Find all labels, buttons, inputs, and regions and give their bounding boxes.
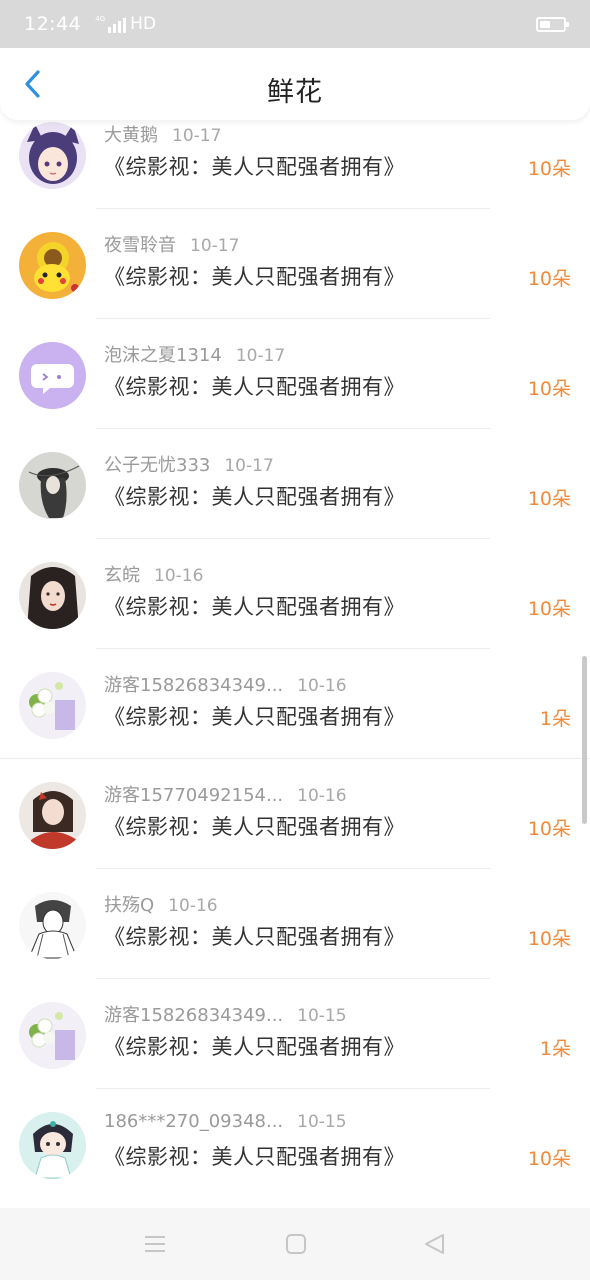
user-name: 游客15770492154... <box>104 785 284 806</box>
avatar[interactable] <box>19 452 86 519</box>
gift-date: 10-16 <box>297 676 347 696</box>
flower-list[interactable]: 大黄鹅 10-17 《综影视：美人只配强者拥有》 10朵 夜雪聆音 10-17 《综… <box>0 120 590 1208</box>
row-meta: 玄皖 10-16 <box>104 561 203 587</box>
back-icon <box>425 1234 444 1254</box>
book-title: 《综影视：美人只配强者拥有》 <box>104 375 405 399</box>
book-title: 《综影视：美人只配强者拥有》 <box>104 595 405 619</box>
row-meta: 游客15826834349... 10-15 <box>104 1001 347 1027</box>
list-item[interactable]: 公子无忧333 10-17 《综影视：美人只配强者拥有》 10朵 <box>0 429 590 539</box>
list-item[interactable]: 夜雪聆音 10-17 《综影视：美人只配强者拥有》 10朵 <box>0 209 590 319</box>
book-title: 《综影视：美人只配强者拥有》 <box>104 1145 405 1169</box>
menu-button[interactable] <box>143 1232 167 1256</box>
list-item[interactable]: 游客15826834349... 10-16 《综影视：美人只配强者拥有》 1朵 <box>0 649 590 759</box>
flower-count: 10朵 <box>527 1148 571 1170</box>
row-meta: 游客15826834349... 10-16 <box>104 671 347 697</box>
avatar[interactable] <box>19 672 86 739</box>
signal-icon: 4G <box>95 15 127 33</box>
user-name: 游客15826834349... <box>104 675 284 696</box>
user-name: 扶殇Q <box>104 895 155 916</box>
avatar[interactable] <box>19 122 86 189</box>
system-nav-bar <box>0 1208 590 1280</box>
list-item[interactable]: 游客15826834349... 10-15 《综影视：美人只配强者拥有》 1朵 <box>0 979 590 1089</box>
flower-count: 10朵 <box>527 378 571 400</box>
status-bar: 12:44 4G HD <box>0 0 590 48</box>
row-meta: 扶殇Q 10-16 <box>104 891 218 917</box>
flower-count: 1朵 <box>539 1038 571 1060</box>
book-title: 《综影视：美人只配强者拥有》 <box>104 705 405 729</box>
user-name: 游客15826834349... <box>104 1005 284 1026</box>
list-item[interactable]: 玄皖 10-16 《综影视：美人只配强者拥有》 10朵 <box>0 539 590 649</box>
gift-date: 10-16 <box>168 896 218 916</box>
book-title: 《综影视：美人只配强者拥有》 <box>104 1035 405 1059</box>
flower-count: 10朵 <box>527 268 571 290</box>
book-title: 《综影视：美人只配强者拥有》 <box>104 925 405 949</box>
gift-date: 10-15 <box>297 1112 347 1132</box>
book-title: 《综影视：美人只配强者拥有》 <box>104 265 405 289</box>
status-time: 12:44 <box>24 13 82 35</box>
row-meta: 公子无忧333 10-17 <box>104 451 274 477</box>
book-title: 《综影视：美人只配强者拥有》 <box>104 815 405 839</box>
row-meta: 泡沫之夏1314 10-17 <box>104 341 285 367</box>
page-title: 鲜花 <box>267 77 323 108</box>
row-meta: 游客15770492154... 10-16 <box>104 781 347 807</box>
flower-count: 10朵 <box>527 818 571 840</box>
avatar[interactable] <box>19 342 86 409</box>
row-meta: 大黄鹅 10-17 <box>104 121 221 147</box>
avatar[interactable] <box>19 1112 86 1179</box>
flower-count: 10朵 <box>527 928 571 950</box>
user-name: 公子无忧333 <box>104 455 211 476</box>
avatar[interactable] <box>19 1002 86 1069</box>
hd-label: HD <box>130 14 157 34</box>
page-header: 鲜花 <box>0 48 590 120</box>
list-item[interactable]: 186***270_09348... 10-15 《综影视：美人只配强者拥有》 1… <box>0 1089 590 1199</box>
system-back-button[interactable] <box>423 1232 447 1256</box>
gift-date: 10-17 <box>190 236 240 256</box>
flower-count: 10朵 <box>527 598 571 620</box>
flower-count: 10朵 <box>527 158 571 180</box>
book-title: 《综影视：美人只配强者拥有》 <box>104 155 405 179</box>
user-name: 大黄鹅 <box>104 125 158 146</box>
list-item[interactable]: 泡沫之夏1314 10-17 《综影视：美人只配强者拥有》 10朵 <box>0 319 590 429</box>
list-item[interactable]: 大黄鹅 10-17 《综影视：美人只配强者拥有》 10朵 <box>0 120 590 209</box>
home-button[interactable] <box>284 1232 308 1256</box>
user-name: 186***270_09348... <box>104 1111 284 1132</box>
row-meta: 186***270_09348... 10-15 <box>104 1111 347 1132</box>
gift-date: 10-16 <box>297 786 347 806</box>
battery-icon <box>536 17 569 32</box>
avatar[interactable] <box>19 232 86 299</box>
list-item[interactable]: 扶殇Q 10-16 《综影视：美人只配强者拥有》 10朵 <box>0 869 590 979</box>
avatar[interactable] <box>19 562 86 629</box>
flower-count: 1朵 <box>539 708 571 730</box>
user-name: 玄皖 <box>104 565 140 586</box>
book-title: 《综影视：美人只配强者拥有》 <box>104 485 405 509</box>
menu-icon <box>145 1236 165 1252</box>
gift-date: 10-17 <box>172 126 222 146</box>
user-name: 泡沫之夏1314 <box>104 345 222 366</box>
gift-date: 10-16 <box>154 566 204 586</box>
gift-date: 10-17 <box>224 456 274 476</box>
row-meta: 夜雪聆音 10-17 <box>104 231 239 257</box>
user-name: 夜雪聆音 <box>104 235 176 256</box>
avatar[interactable] <box>19 782 86 849</box>
scrollbar[interactable] <box>582 656 587 824</box>
network-type: 4G <box>95 15 106 23</box>
gift-date: 10-15 <box>297 1006 347 1026</box>
flower-count: 10朵 <box>527 488 571 510</box>
gift-date: 10-17 <box>235 346 286 366</box>
list-item[interactable]: 游客15770492154... 10-16 《综影视：美人只配强者拥有》 10朵 <box>0 759 590 869</box>
avatar[interactable] <box>19 892 86 959</box>
home-icon <box>286 1234 306 1254</box>
